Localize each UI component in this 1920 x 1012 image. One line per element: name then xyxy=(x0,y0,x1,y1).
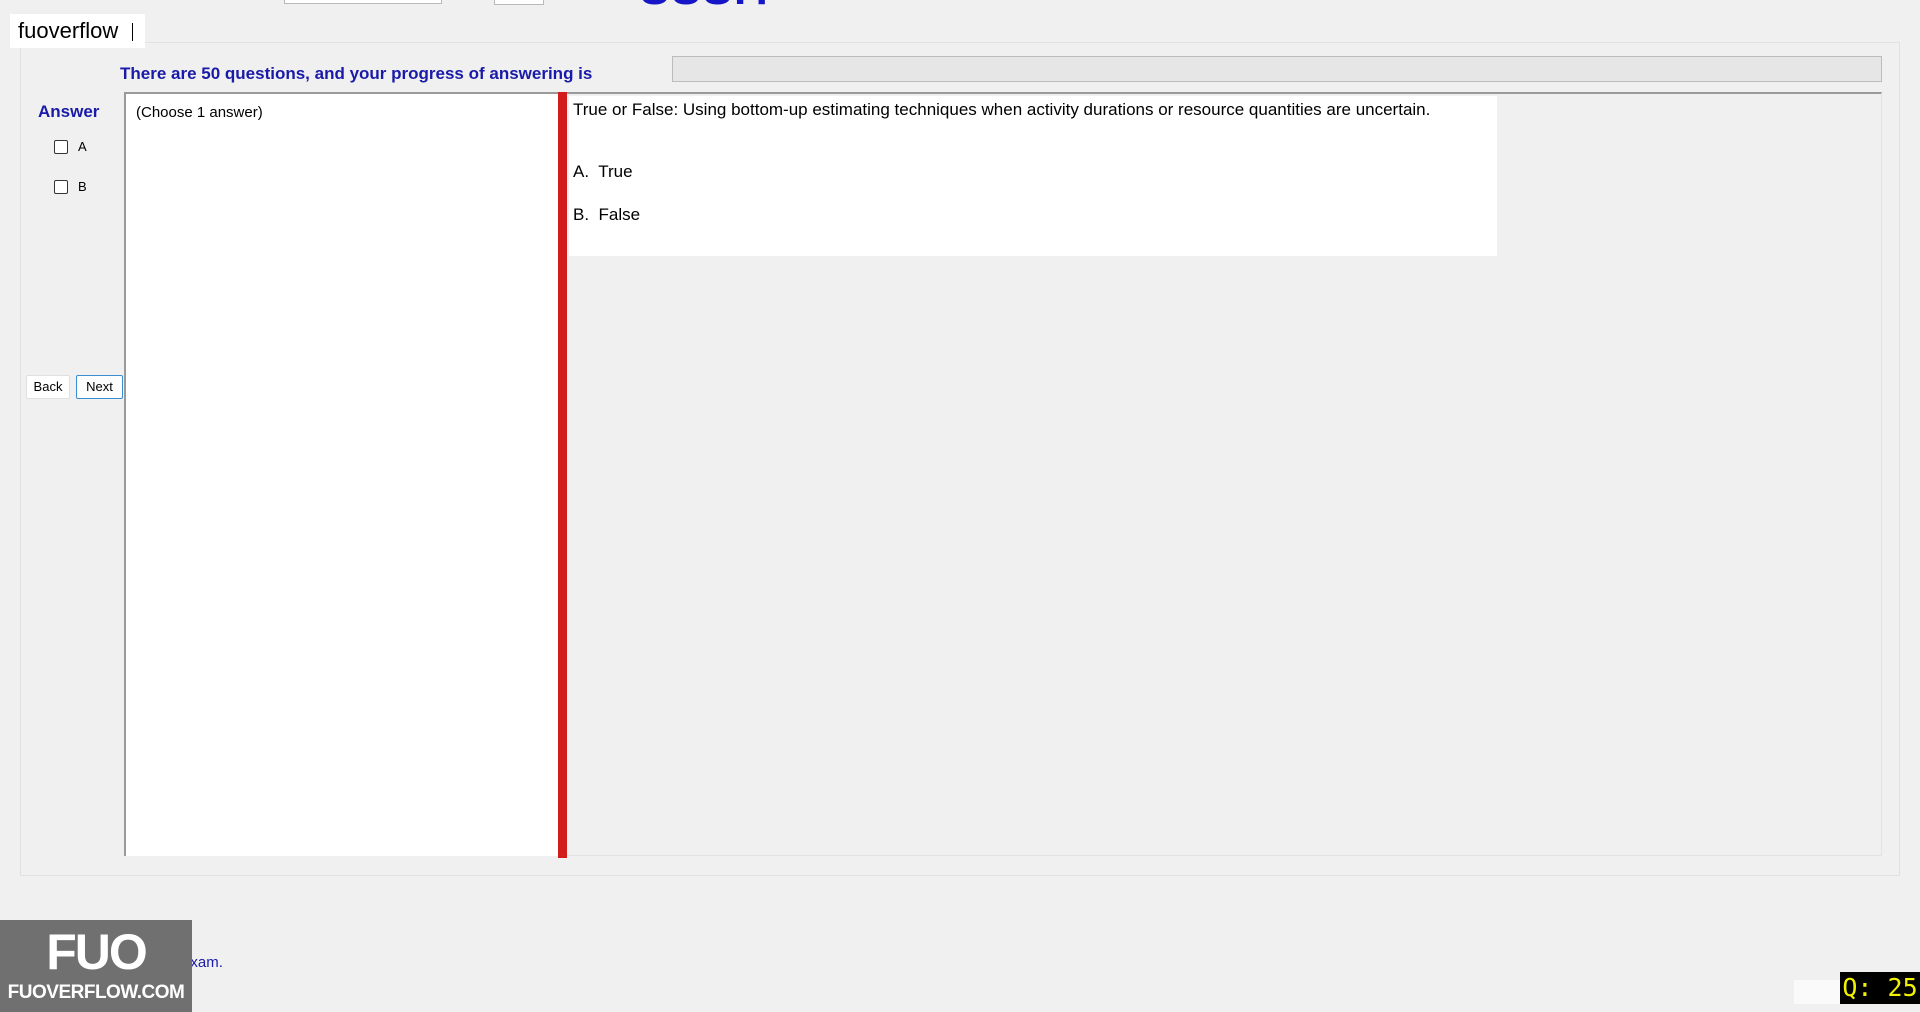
choose-instruction: (Choose 1 answer) xyxy=(136,104,263,121)
answer-b-label: B xyxy=(78,179,87,194)
answer-b-checkbox[interactable] xyxy=(54,179,68,194)
logo-site-name: FUOVERFLOW.COM xyxy=(7,982,185,1003)
question-choice-a: A. True xyxy=(573,162,633,181)
question-text: True or False: Using bottom-up estimatin… xyxy=(573,100,1431,119)
answer-option-b[interactable]: B xyxy=(54,179,87,194)
progress-text: There are 50 questions, and your progres… xyxy=(120,64,593,83)
answer-a-label: A xyxy=(78,139,87,154)
bottom-right-box xyxy=(1794,980,1840,1004)
progress-bar xyxy=(672,56,1882,82)
question-area: True or False: Using bottom-up estimatin… xyxy=(567,92,1882,856)
question-box: True or False: Using bottom-up estimatin… xyxy=(569,96,1497,256)
watermark-label: fuoverflow xyxy=(10,14,146,48)
answer-label: Answer xyxy=(38,102,100,121)
question-choice-b: B. False xyxy=(573,205,641,224)
back-button[interactable]: Back xyxy=(26,375,70,399)
fuoverflow-logo: FUO FUOVERFLOW.COM xyxy=(0,920,192,1012)
exam-code-title: SSSIT xyxy=(640,0,777,10)
answer-option-a[interactable]: A xyxy=(54,139,87,154)
logo-mark: FUO xyxy=(46,924,148,980)
watermark-text: fuoverflow xyxy=(18,18,119,43)
next-button[interactable]: Next xyxy=(76,375,123,399)
top-small-box[interactable] xyxy=(494,0,544,5)
panel-splitter[interactable] xyxy=(558,92,567,858)
text-cursor xyxy=(132,23,134,42)
answer-note-panel: (Choose 1 answer) xyxy=(124,92,558,856)
answer-a-checkbox[interactable] xyxy=(54,139,68,154)
question-counter: Q: 25 xyxy=(1840,972,1920,1004)
top-combobox[interactable] xyxy=(284,0,442,4)
